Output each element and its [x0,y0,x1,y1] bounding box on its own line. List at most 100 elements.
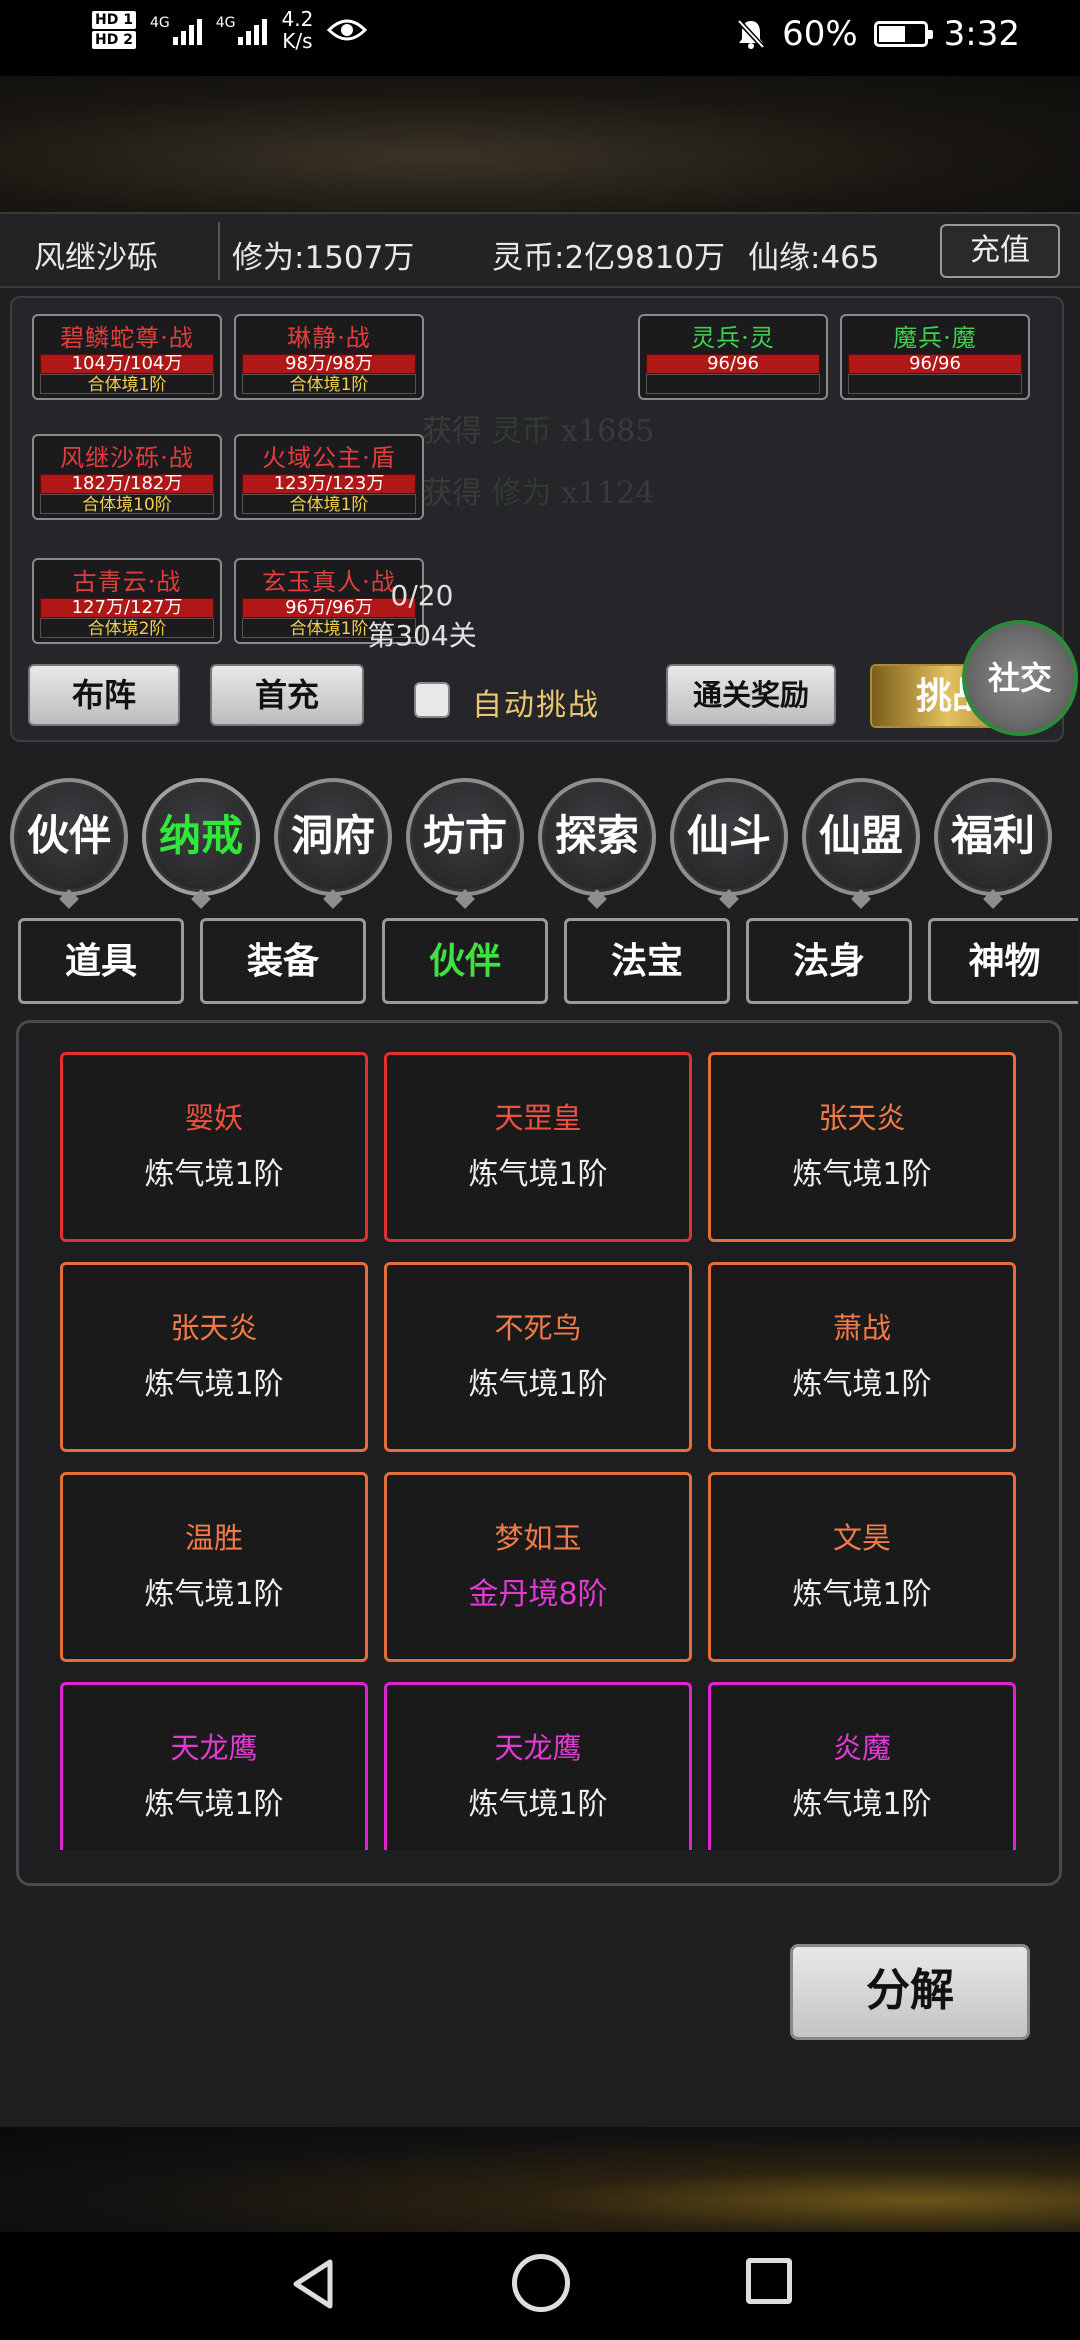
first-recharge-button[interactable]: 首充 [210,664,364,726]
companion-name: 张天炎 [170,1311,258,1345]
speed-unit: K/s [282,29,313,53]
hd2-badge: HD 2 [92,31,136,49]
clock: 3:32 [943,14,1020,54]
unit-realm-empty [848,374,1022,394]
companion-name: 张天炎 [818,1101,906,1135]
team-unit-1[interactable]: 碧鳞蛇尊·战 104万/104万 合体境1阶 [32,314,222,400]
clear-reward-button[interactable]: 通关奖励 [666,664,836,726]
companion-name: 天罡皇 [494,1101,582,1135]
unit-name: 火域公主·盾 [262,444,396,472]
recharge-button[interactable]: 充值 [940,224,1060,278]
companion-card[interactable]: 炎魔 炼气境1阶 [708,1682,1016,1850]
net2-label: 4G [215,15,236,31]
nav-ring[interactable]: 纳戒 [142,778,260,896]
home-icon[interactable] [512,2254,570,2312]
recent-apps-icon[interactable] [746,2258,792,2304]
companion-card[interactable]: 文昊 炼气境1阶 [708,1472,1016,1662]
tab-items[interactable]: 道具 [18,918,184,1004]
log-item: 修为 [491,476,552,511]
unit-hp-bar: 96/96 [848,354,1022,374]
companion-name: 不死鸟 [494,1311,582,1345]
net1-label: 4G [149,15,170,31]
tab-equipment[interactable]: 装备 [200,918,366,1004]
unit-hp-bar: 96/96 [646,354,820,374]
unit-hp-bar: 98万/98万 [242,354,416,374]
background-art-bottom [0,2127,1080,2232]
player-name: 风继沙砾 [34,240,158,276]
log-item: 灵币 [491,414,552,449]
companion-card[interactable]: 梦如玉 金丹境8阶 [384,1472,692,1662]
unit-hp-bar: 123万/123万 [242,474,416,494]
unit-realm: 合体境1阶 [242,494,416,515]
battery-percent: 60% [782,14,858,54]
companion-name: 天龙鹰 [170,1731,258,1765]
status-left: HD 1 HD 2 4G 4G 4.2 K/s [92,8,368,52]
enemy-unit-2[interactable]: 魔兵·魔 96/96 [840,314,1030,400]
enemy-unit-1[interactable]: 灵兵·灵 96/96 [638,314,828,400]
tab-avatar[interactable]: 法身 [746,918,912,1004]
hd1-badge: HD 1 [92,11,136,29]
bell-muted-icon [737,19,765,49]
team-unit-3[interactable]: 风继沙砾·战 182万/182万 合体境10阶 [32,434,222,520]
status-right: 60% 3:32 [736,14,1020,54]
eye-icon [327,19,368,41]
decompose-button[interactable]: 分解 [790,1944,1030,2040]
companion-name: 文昊 [832,1521,891,1555]
wave-counter: 0/20 [390,579,454,612]
battery-level [878,26,906,42]
stage-progress: 0/20 第304关 [322,576,522,656]
companion-grid: 婴妖 炼气境1阶 天罡皇 炼气境1阶 张天炎 炼气境1阶 张天炎 炼气境1阶 不… [40,1050,1040,1850]
tab-artifact[interactable]: 神物 [928,918,1078,1004]
companion-card[interactable]: 萧战 炼气境1阶 [708,1262,1016,1452]
nav-cave[interactable]: 洞府 [274,778,392,896]
nav-market[interactable]: 坊市 [406,778,524,896]
divider [218,222,220,280]
unit-realm: 合体境1阶 [40,374,214,395]
team-unit-2[interactable]: 琳静·战 98万/98万 合体境1阶 [234,314,424,400]
unit-realm: 合体境2阶 [40,618,214,639]
companion-card[interactable]: 天龙鹰 炼气境1阶 [384,1682,692,1850]
battle-log-1: 获得 灵币 x1685 [422,406,654,450]
net-speed: 4.2 K/s [281,8,313,52]
nav-arena[interactable]: 仙斗 [670,778,788,896]
companion-card[interactable]: 张天炎 炼气境1阶 [708,1052,1016,1242]
companion-card[interactable]: 不死鸟 炼气境1阶 [384,1262,692,1452]
nav-alliance[interactable]: 仙盟 [802,778,920,896]
auto-challenge-label: 自动挑战 [472,688,600,723]
battery-icon [873,21,933,47]
unit-name: 古青云·战 [72,568,182,596]
tab-partner[interactable]: 伙伴 [382,918,548,1004]
formation-button[interactable]: 布阵 [28,664,180,726]
team-unit-4[interactable]: 火域公主·盾 123万/123万 合体境1阶 [234,434,424,520]
team-unit-5[interactable]: 古青云·战 127万/127万 合体境2阶 [32,558,222,644]
auto-challenge-checkbox[interactable] [414,682,450,718]
unit-realm-empty [646,374,820,394]
unit-name: 风继沙砾·战 [60,444,194,472]
nav-welfare[interactable]: 福利 [934,778,1052,896]
nav-explore[interactable]: 探索 [538,778,656,896]
spirit-coins-value: 灵币:2亿9810万 [492,240,726,276]
speed-value: 4.2 [281,7,314,31]
unit-name: 琳静·战 [287,324,371,352]
nav-partner[interactable]: 伙伴 [10,778,128,896]
unit-name: 碧鳞蛇尊·战 [60,324,194,352]
log-amount: x1124 [561,476,655,511]
log-prefix: 获得 [422,414,482,449]
companion-name: 梦如玉 [494,1521,582,1555]
social-button[interactable]: 社交 [962,620,1078,736]
background-art-top [0,76,1080,212]
cultivation-value: 修为:1507万 [232,240,415,276]
back-icon[interactable] [284,2254,344,2314]
companion-realm: 炼气境1阶 [792,1367,932,1402]
tab-treasure[interactable]: 法宝 [564,918,730,1004]
unit-hp-bar: 104万/104万 [40,354,214,374]
companion-realm: 炼气境1阶 [792,1787,932,1822]
companion-card[interactable]: 婴妖 炼气境1阶 [60,1052,368,1242]
companion-card[interactable]: 张天炎 炼气境1阶 [60,1262,368,1452]
companion-realm: 炼气境1阶 [468,1157,608,1192]
companion-card[interactable]: 天罡皇 炼气境1阶 [384,1052,692,1242]
unit-hp-bar: 182万/182万 [40,474,214,494]
companion-card[interactable]: 天龙鹰 炼气境1阶 [60,1682,368,1850]
unit-name: 灵兵·灵 [691,324,775,352]
companion-card[interactable]: 温胜 炼气境1阶 [60,1472,368,1662]
